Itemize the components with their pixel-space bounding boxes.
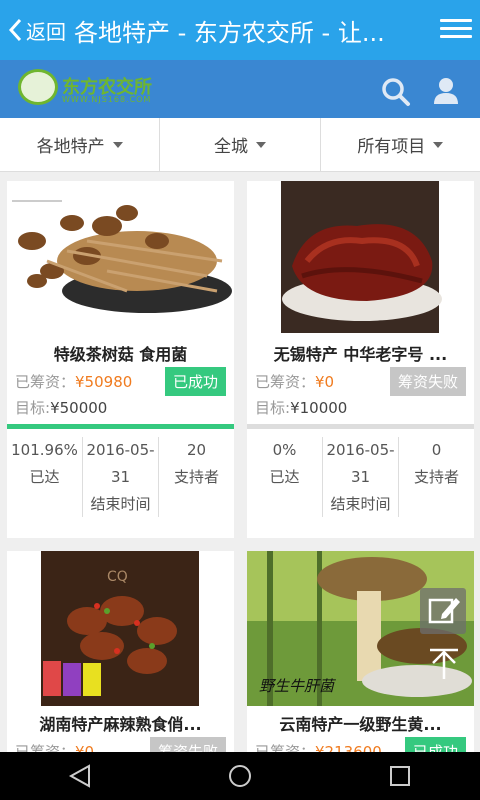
brand-logo[interactable]: 东方农交所 WWW.NJS168.COM xyxy=(18,69,178,109)
filter-label: 所有项目 xyxy=(357,137,426,157)
brand-bar: 东方农交所 WWW.NJS168.COM xyxy=(0,60,480,118)
status-badge: 已成功 xyxy=(164,367,226,396)
stat-end-date: 2016-05- 31 结束时间 xyxy=(323,437,399,517)
stat-label: 支持者 xyxy=(173,468,219,486)
recents-square-icon xyxy=(390,766,410,786)
page-title: 各地特产 - 东方农交所 - 让... xyxy=(74,18,385,47)
goal-amount: 目标:¥10000 xyxy=(255,397,347,418)
back-button[interactable]: 返回 xyxy=(0,0,66,60)
product-title: 湖南特产麻辣熟食俏... xyxy=(39,715,202,734)
caret-down-icon xyxy=(112,141,123,148)
system-nav-bar xyxy=(0,752,480,800)
status-badge: 筹资失败 xyxy=(389,367,466,396)
menu-icon[interactable] xyxy=(440,14,472,44)
stat-value: 20 xyxy=(186,441,207,459)
caret-down-icon xyxy=(255,141,266,148)
stat-value: 0 xyxy=(431,441,442,459)
stat-value: 2016-05- xyxy=(86,441,155,459)
product-title: 无锡特产 中华老字号 ... xyxy=(273,345,448,364)
product-card[interactable]: CQ 湖南特产麻辣熟食俏... 已筹资：¥0 筹资失败 xyxy=(7,551,234,752)
stat-value-cont: 31 xyxy=(110,468,131,486)
nav-back-button[interactable] xyxy=(60,756,100,796)
image-caption: 野生牛肝菌 xyxy=(259,677,337,695)
stat-value-cont: 31 xyxy=(350,468,371,486)
raised-value: ¥50980 xyxy=(75,373,133,391)
progress-fill xyxy=(7,424,234,429)
stat-value: 2016-05- xyxy=(326,441,395,459)
goal-value: ¥10000 xyxy=(290,399,348,417)
stat-percent: 0% 已达 xyxy=(247,437,323,517)
stat-supporters: 0 支持者 xyxy=(399,437,474,517)
stat-supporters: 20 支持者 xyxy=(159,437,234,517)
raised-amount: 已筹资：¥213600 xyxy=(255,741,382,752)
raised-label: 已筹资： xyxy=(15,743,76,752)
product-image xyxy=(7,181,234,336)
stat-label: 结束时间 xyxy=(90,495,151,513)
logo-emblem xyxy=(18,69,58,105)
home-circle-icon xyxy=(229,765,251,787)
product-image xyxy=(247,181,474,336)
progress-bar xyxy=(7,424,234,429)
stat-percent: 101.96% 已达 xyxy=(7,437,83,517)
stats-row: 0% 已达 2016-05- 31 结束时间 0 支持者 xyxy=(247,437,474,517)
edit-button[interactable] xyxy=(420,588,466,634)
raised-value: ¥0 xyxy=(315,373,335,391)
stat-label: 结束时间 xyxy=(330,495,391,513)
back-label: 返回 xyxy=(26,19,66,44)
chevron-left-icon xyxy=(8,18,22,42)
product-card[interactable]: 特级茶树菇 食用菌 已筹资：¥50980 目标:¥50000 已成功 101.9… xyxy=(7,181,234,538)
raised-amount: 已筹资：¥0 xyxy=(15,741,94,752)
nav-recents-button[interactable] xyxy=(380,756,420,796)
brand-url: WWW.NJS168.COM xyxy=(62,95,152,104)
raised-value: ¥0 xyxy=(75,743,95,752)
stat-label: 已达 xyxy=(29,468,60,486)
filter-area[interactable]: 全城 xyxy=(160,118,321,171)
stat-value: 0% xyxy=(272,441,297,459)
product-title: 特级茶树菇 食用菌 xyxy=(53,345,188,364)
filter-bar: 各地特产 全城 所有项目 xyxy=(0,118,480,172)
raised-value: ¥213600 xyxy=(315,743,382,752)
goal-label: 目标: xyxy=(255,399,291,417)
filter-label: 各地特产 xyxy=(36,137,105,157)
app-bar: 返回 各地特产 - 东方农交所 - 让... xyxy=(0,0,480,60)
raised-amount: 已筹资：¥50980 xyxy=(15,371,132,392)
image-watermark: CQ xyxy=(107,569,128,585)
filter-label: 全城 xyxy=(213,137,248,157)
goal-label: 目标: xyxy=(15,399,51,417)
raised-label: 已筹资： xyxy=(255,743,316,752)
stat-value: 101.96% xyxy=(11,441,78,459)
raised-amount: 已筹资：¥0 xyxy=(255,371,334,392)
search-icon[interactable] xyxy=(381,77,411,107)
nav-home-button[interactable] xyxy=(220,756,260,796)
status-badge: 筹资失败 xyxy=(149,737,226,752)
raised-label: 已筹资： xyxy=(15,373,76,391)
edit-icon xyxy=(428,598,460,624)
user-icon[interactable] xyxy=(432,76,460,106)
stat-label: 支持者 xyxy=(413,468,459,486)
scroll-top-icon[interactable] xyxy=(424,645,464,685)
caret-down-icon xyxy=(433,141,444,148)
goal-value: ¥50000 xyxy=(50,399,108,417)
status-badge: 已成功 xyxy=(404,737,466,752)
stat-label: 已达 xyxy=(269,468,300,486)
product-image: CQ xyxy=(7,551,234,706)
stats-row: 101.96% 已达 2016-05- 31 结束时间 20 支持者 xyxy=(7,437,234,517)
filter-category[interactable]: 各地特产 xyxy=(0,118,161,171)
goal-amount: 目标:¥50000 xyxy=(15,397,107,418)
product-card[interactable]: 无锡特产 中华老字号 ... 已筹资：¥0 目标:¥10000 筹资失败 0% … xyxy=(247,181,474,538)
raised-label: 已筹资： xyxy=(255,373,316,391)
progress-bar xyxy=(247,424,474,429)
stat-end-date: 2016-05- 31 结束时间 xyxy=(83,437,159,517)
filter-project[interactable]: 所有项目 xyxy=(321,118,480,171)
product-title: 云南特产一级野生黄... xyxy=(279,715,442,734)
back-triangle-icon xyxy=(68,764,90,788)
